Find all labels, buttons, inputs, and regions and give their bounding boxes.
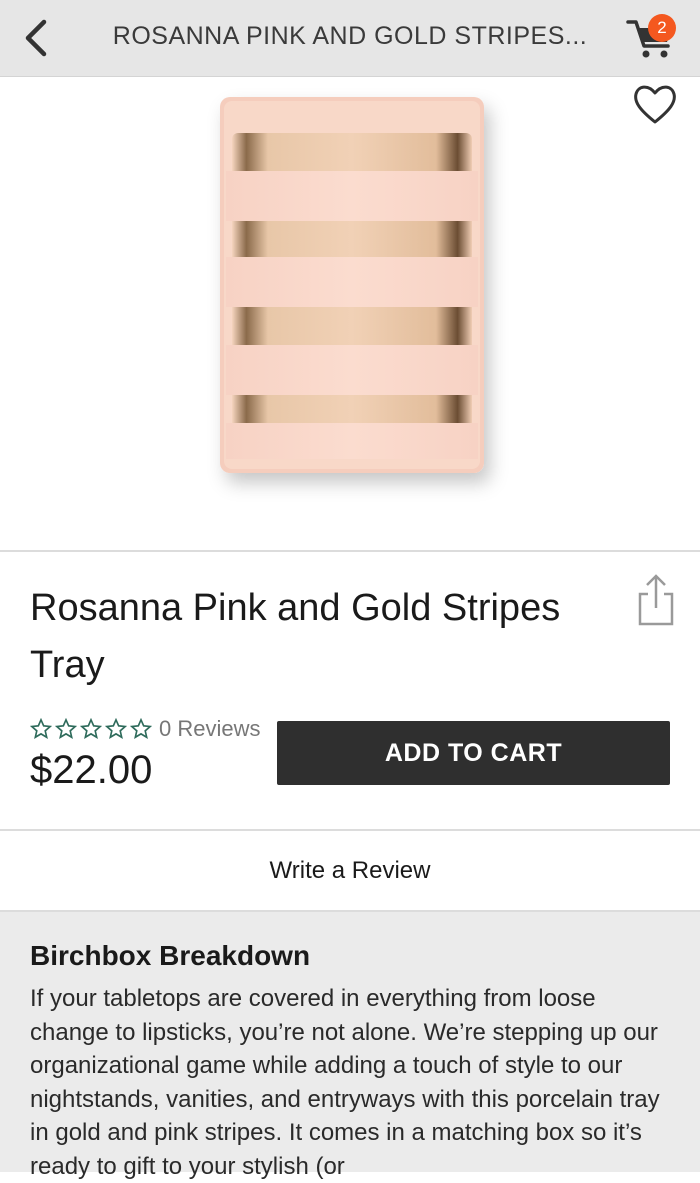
back-button[interactable]: [14, 14, 62, 62]
share-icon: [638, 574, 674, 626]
star-outline-icon: [105, 718, 127, 739]
favorite-button[interactable]: [630, 82, 680, 126]
add-to-cart-button[interactable]: ADD TO CART: [277, 721, 670, 785]
product-price: $22.00: [30, 748, 153, 792]
heart-icon: [634, 85, 676, 124]
rating-row[interactable]: 0 Reviews: [30, 714, 260, 744]
product-image: [220, 97, 484, 473]
product-image-area: [0, 77, 700, 551]
page-title: ROSANNA PINK AND GOLD STRIPES...: [112, 22, 588, 50]
breakdown-heading: Birchbox Breakdown: [30, 940, 311, 971]
reviews-count: 0 Reviews: [159, 716, 261, 741]
share-button[interactable]: [634, 570, 678, 630]
star-outline-icon: [55, 718, 77, 739]
product-title: Rosanna Pink and Gold Stripes Tray: [30, 587, 561, 686]
cart-count-badge: 2: [648, 14, 676, 42]
top-bar: ROSANNA PINK AND GOLD STRIPES... 2: [0, 0, 700, 77]
star-outline-icon: [30, 718, 52, 739]
divider: [0, 829, 700, 831]
breakdown-section: Birchbox Breakdown If your tabletops are…: [0, 912, 700, 1180]
breakdown-description: If your tabletops are covered in everyth…: [30, 985, 660, 1180]
star-outline-icon: [130, 718, 152, 739]
divider: [0, 550, 700, 552]
back-chevron-icon: [25, 19, 47, 57]
star-outline-icon: [80, 718, 102, 739]
write-review-button[interactable]: Write a Review: [0, 832, 700, 910]
